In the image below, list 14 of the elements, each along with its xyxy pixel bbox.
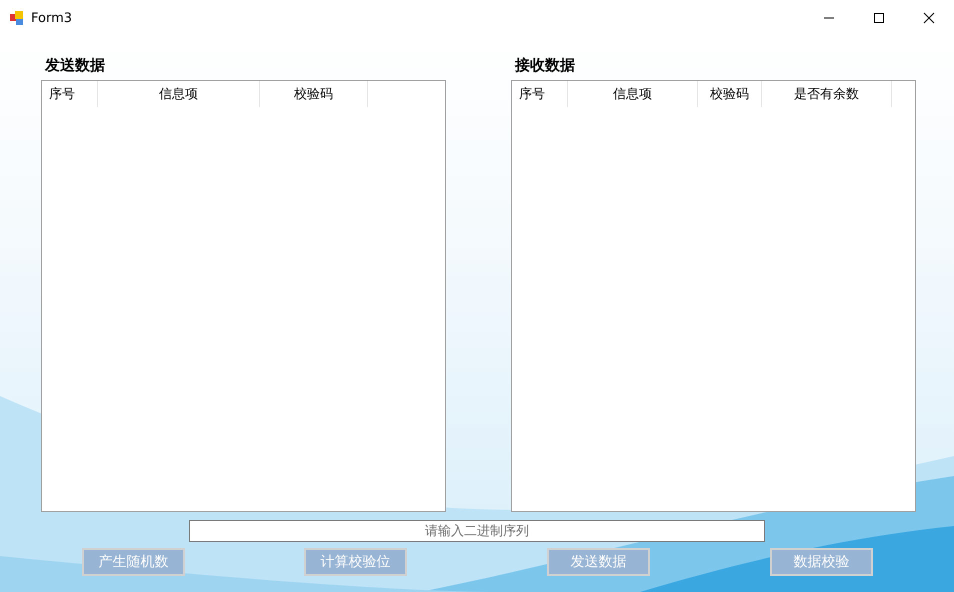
column-header[interactable]: 信息项	[568, 81, 698, 107]
column-header[interactable]: 序号	[512, 81, 568, 107]
panel-title: 发送数据	[45, 56, 106, 76]
app-icon	[9, 10, 25, 26]
panel-title: 接收数据	[515, 56, 576, 76]
column-header[interactable]: 序号	[42, 81, 98, 107]
maximize-icon	[873, 12, 885, 24]
column-header[interactable]: 校验码	[260, 81, 368, 107]
column-header[interactable]: 信息项	[98, 81, 260, 107]
column-header[interactable]: 校验码	[698, 81, 762, 107]
column-header[interactable]: 是否有余数	[762, 81, 892, 107]
close-icon	[923, 12, 935, 24]
input-field[interactable]: 请输入二进制序列	[189, 520, 765, 542]
window-title: Form3	[31, 10, 72, 26]
